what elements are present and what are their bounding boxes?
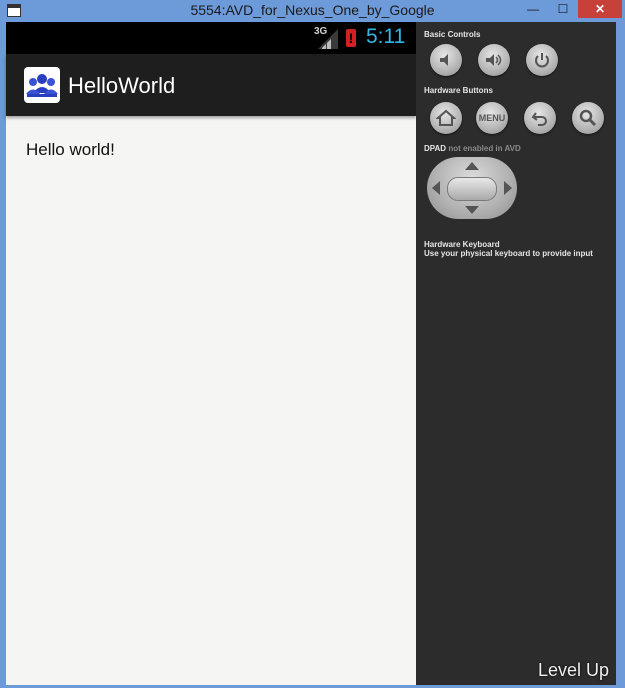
app-title: HelloWorld xyxy=(68,73,176,98)
hardware-keyboard-info: Hardware Keyboard Use your physical keyb… xyxy=(424,240,593,258)
search-button[interactable] xyxy=(572,102,604,134)
hardware-keyboard-label: Hardware Keyboard xyxy=(424,240,500,249)
hardware-buttons-label: Hardware Buttons xyxy=(424,86,493,95)
watermark-text: Level Up xyxy=(538,660,610,680)
status-clock: 5:11 xyxy=(366,25,406,48)
launcher-icon-graphic xyxy=(26,74,58,97)
window-titlebar: 5554:AVD_for_Nexus_One_by_Google — ☐ ✕ xyxy=(0,0,625,22)
close-button[interactable]: ✕ xyxy=(578,0,622,18)
basic-controls-label: Basic Controls xyxy=(424,30,481,39)
status-bar: 3G 5:11 xyxy=(6,22,416,54)
menu-button[interactable]: MENU xyxy=(476,102,508,134)
minimize-button[interactable]: — xyxy=(520,0,546,18)
controls-panel: Basic Controls Hardware Buttons MENU DPA… xyxy=(416,22,616,685)
hello-text: Hello world! xyxy=(26,140,115,159)
dpad-control[interactable] xyxy=(427,157,517,219)
volume-up-button[interactable] xyxy=(478,44,510,76)
dpad-title: DPAD xyxy=(424,144,447,153)
maximize-button[interactable]: ☐ xyxy=(550,0,576,18)
signal-strength-icon xyxy=(318,29,338,49)
dpad-label: DPAD not enabled in AVD xyxy=(424,144,521,153)
menu-button-label: MENU xyxy=(478,113,506,123)
search-icon xyxy=(579,109,597,127)
action-bar: HelloWorld xyxy=(6,54,416,116)
people-group-icon[interactable] xyxy=(24,67,60,103)
window-frame-right xyxy=(616,22,625,688)
volume-down-button[interactable] xyxy=(430,44,462,76)
dpad-left-icon[interactable] xyxy=(432,181,440,195)
back-icon xyxy=(531,112,547,126)
home-icon xyxy=(436,109,456,126)
hardware-keyboard-note: Use your physical keyboard to provide in… xyxy=(424,249,593,258)
dpad-center-button[interactable] xyxy=(447,177,497,201)
dpad-note: not enabled in AVD xyxy=(448,144,521,153)
home-button[interactable] xyxy=(430,102,462,134)
warning-icon xyxy=(346,29,356,47)
back-button[interactable] xyxy=(524,102,556,134)
dpad-up-icon[interactable] xyxy=(465,162,479,170)
power-icon xyxy=(535,53,549,68)
volume-up-icon xyxy=(486,54,502,66)
power-button[interactable] xyxy=(526,44,558,76)
dpad-down-icon[interactable] xyxy=(465,206,479,214)
volume-down-icon xyxy=(440,54,448,66)
emulator-screen[interactable]: 3G 5:11 HelloWorld Hello world! xyxy=(6,22,416,685)
dpad-right-icon[interactable] xyxy=(504,181,512,195)
